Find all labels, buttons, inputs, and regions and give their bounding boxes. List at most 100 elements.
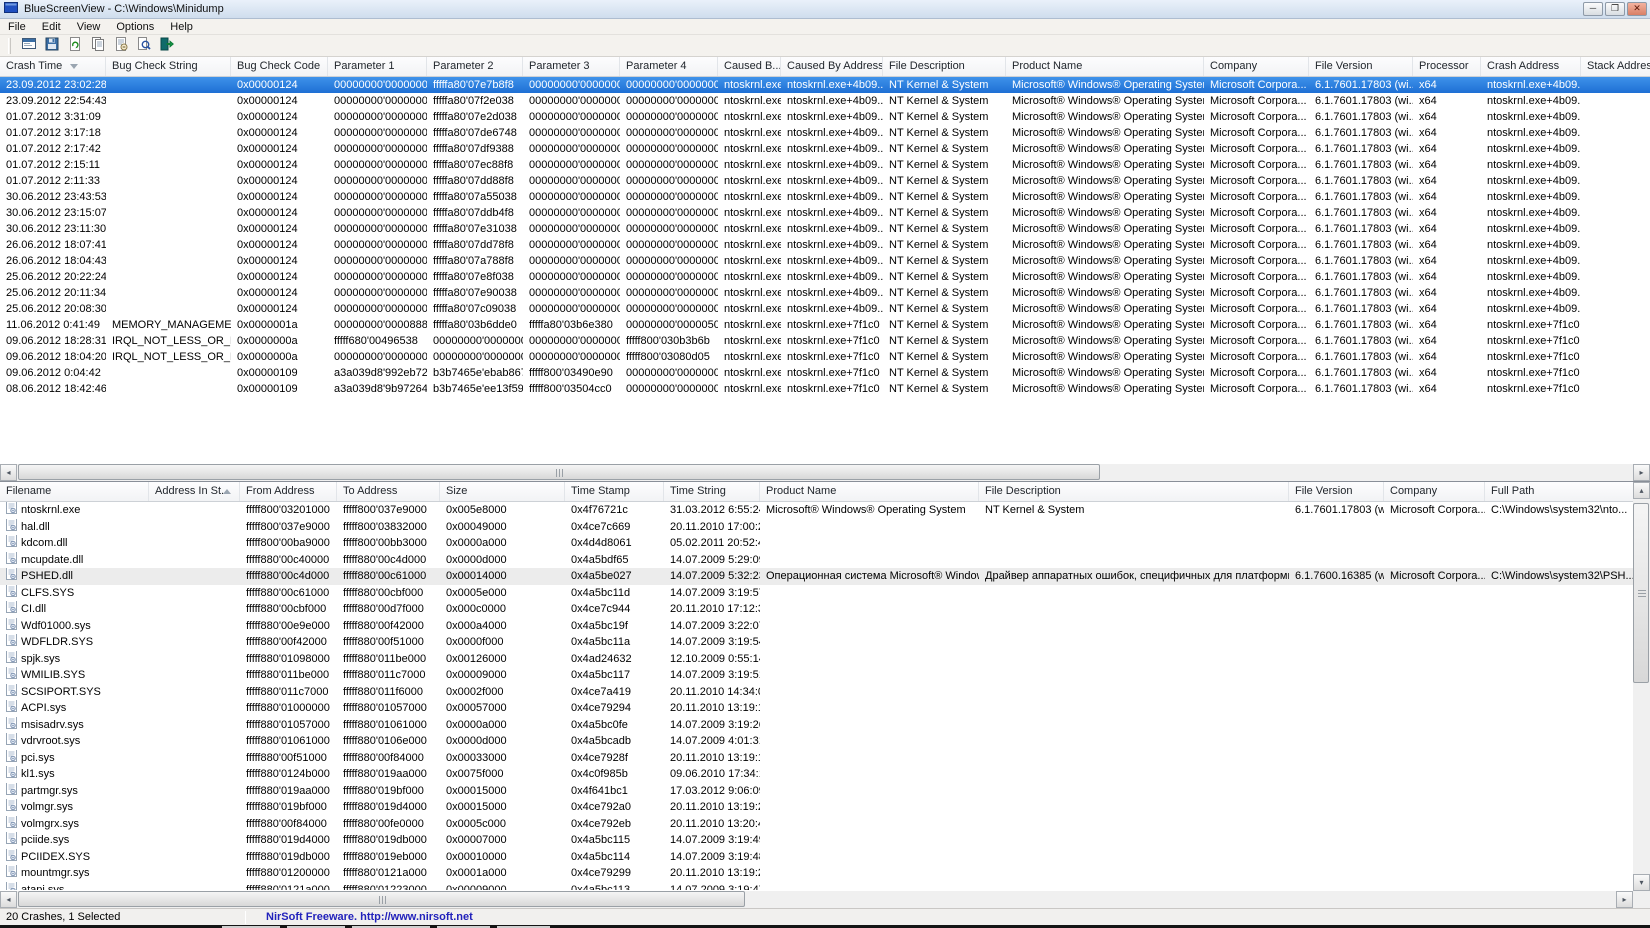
crash-row[interactable]: 01.07.2012 2:11:330x0000012400000000'000… <box>0 173 1650 189</box>
scroll-right-icon[interactable]: ▸ <box>1633 464 1650 481</box>
copy-button[interactable] <box>86 36 109 56</box>
module-row[interactable]: kl1.sysfffff880'0124b000fffff880'019aa00… <box>0 766 1650 783</box>
lower-vertical-scrollbar[interactable]: ▴ ▾ <box>1633 482 1650 891</box>
column-header-address-in-st[interactable]: Address In St... <box>149 482 240 501</box>
crash-row[interactable]: 23.09.2012 23:02:280x0000012400000000'00… <box>0 77 1650 93</box>
module-row[interactable]: msisadrv.sysfffff880'01057000fffff880'01… <box>0 717 1650 734</box>
crash-row[interactable]: 08.06.2012 18:42:460x00000109a3a039d8'9b… <box>0 381 1650 397</box>
module-row[interactable]: partmgr.sysfffff880'019aa000fffff880'019… <box>0 783 1650 800</box>
title-bar[interactable]: BlueScreenView - C:\Windows\Minidump ─ ❐… <box>0 0 1650 19</box>
module-row[interactable]: vdrvroot.sysfffff880'01061000fffff880'01… <box>0 733 1650 750</box>
column-header-stack-address[interactable]: Stack Address <box>1581 57 1650 76</box>
minimize-button[interactable]: ─ <box>1583 2 1603 16</box>
crash-row[interactable]: 01.07.2012 3:31:090x0000012400000000'000… <box>0 109 1650 125</box>
module-row[interactable]: CI.dllfffff880'00cbf000fffff880'00d7f000… <box>0 601 1650 618</box>
menu-file[interactable]: File <box>0 20 34 34</box>
menu-view[interactable]: View <box>69 20 109 34</box>
crash-row[interactable]: 25.06.2012 20:11:340x0000012400000000'00… <box>0 285 1650 301</box>
module-row[interactable]: hal.dllfffff800'037e9000fffff800'0383200… <box>0 519 1650 536</box>
column-header-caused-by-address[interactable]: Caused By Address <box>781 57 883 76</box>
column-header-company[interactable]: Company <box>1204 57 1309 76</box>
scroll-right-icon[interactable]: ▸ <box>1616 891 1633 908</box>
properties-button[interactable] <box>109 36 132 56</box>
module-row[interactable]: mountmgr.sysfffff880'01200000fffff880'01… <box>0 865 1650 882</box>
module-row[interactable]: PCIIDEX.SYSfffff880'019db000fffff880'019… <box>0 849 1650 866</box>
module-row[interactable]: ntoskrnl.exefffff800'03201000fffff800'03… <box>0 502 1650 519</box>
column-header-caused-b[interactable]: Caused B... <box>718 57 781 76</box>
crash-row[interactable]: 30.06.2012 23:11:300x0000012400000000'00… <box>0 221 1650 237</box>
column-header-parameter-4[interactable]: Parameter 4 <box>620 57 718 76</box>
status-nirsoft-link[interactable]: NirSoft Freeware. http://www.nirsoft.net <box>246 911 473 923</box>
module-row[interactable]: ACPI.sysfffff880'01000000fffff880'010570… <box>0 700 1650 717</box>
crash-row[interactable]: 25.06.2012 20:08:300x0000012400000000'00… <box>0 301 1650 317</box>
scroll-up-icon[interactable]: ▴ <box>1633 482 1650 499</box>
module-row[interactable]: mcupdate.dllfffff880'00c40000fffff880'00… <box>0 552 1650 569</box>
column-header-time-stamp[interactable]: Time Stamp <box>565 482 664 501</box>
module-row[interactable]: WDFLDR.SYSfffff880'00f42000fffff880'00f5… <box>0 634 1650 651</box>
module-row[interactable]: WMILIB.SYSfffff880'011be000fffff880'011c… <box>0 667 1650 684</box>
close-button[interactable]: ✕ <box>1627 2 1647 16</box>
crash-row[interactable]: 01.07.2012 3:17:180x0000012400000000'000… <box>0 125 1650 141</box>
menu-edit[interactable]: Edit <box>34 20 69 34</box>
crash-row[interactable]: 09.06.2012 0:04:420x00000109a3a039d8'992… <box>0 365 1650 381</box>
crash-row[interactable]: 26.06.2012 18:07:410x0000012400000000'00… <box>0 237 1650 253</box>
module-row[interactable]: atapi.sysfffff880'0121a000fffff880'01223… <box>0 882 1650 891</box>
column-header-crash-time[interactable]: Crash Time <box>0 57 106 76</box>
column-header-from-address[interactable]: From Address <box>240 482 337 501</box>
column-header-size[interactable]: Size <box>440 482 565 501</box>
module-row[interactable]: CLFS.SYSfffff880'00c61000fffff880'00cbf0… <box>0 585 1650 602</box>
column-header-parameter-3[interactable]: Parameter 3 <box>523 57 620 76</box>
save-button[interactable] <box>40 36 63 56</box>
column-header-to-address[interactable]: To Address <box>337 482 440 501</box>
column-header-parameter-2[interactable]: Parameter 2 <box>427 57 523 76</box>
lower-vscroll-thumb[interactable] <box>1633 503 1649 683</box>
scroll-left-icon[interactable]: ◂ <box>0 464 17 481</box>
crash-row[interactable]: 11.06.2012 0:41:49MEMORY_MANAGEME...0x00… <box>0 317 1650 333</box>
column-header-file-description[interactable]: File Description <box>883 57 1006 76</box>
crash-row[interactable]: 30.06.2012 23:15:070x0000012400000000'00… <box>0 205 1650 221</box>
module-row[interactable]: PSHED.dllfffff880'00c4d000fffff880'00c61… <box>0 568 1650 585</box>
column-header-full-path[interactable]: Full Path <box>1485 482 1650 501</box>
crash-row[interactable]: 09.06.2012 18:28:31IRQL_NOT_LESS_OR_EQ..… <box>0 333 1650 349</box>
module-row[interactable]: kdcom.dllfffff800'00ba9000fffff800'00bb3… <box>0 535 1650 552</box>
upper-horizontal-scrollbar[interactable]: ◂ ▸ <box>0 464 1650 481</box>
module-row[interactable]: Wdf01000.sysfffff880'00e9e000fffff880'00… <box>0 618 1650 635</box>
module-row[interactable]: pci.sysfffff880'00f51000fffff880'00f8400… <box>0 750 1650 767</box>
scroll-down-icon[interactable]: ▾ <box>1633 874 1650 891</box>
crash-row[interactable]: 25.06.2012 20:22:240x0000012400000000'00… <box>0 269 1650 285</box>
column-header-product-name[interactable]: Product Name <box>760 482 979 501</box>
scroll-left-icon[interactable]: ◂ <box>0 891 17 908</box>
exit-button[interactable] <box>155 36 178 56</box>
crash-row[interactable]: 01.07.2012 2:17:420x0000012400000000'000… <box>0 141 1650 157</box>
module-row[interactable]: volmgrx.sysfffff880'00f84000fffff880'00f… <box>0 816 1650 833</box>
module-row[interactable]: volmgr.sysfffff880'019bf000fffff880'019d… <box>0 799 1650 816</box>
module-row[interactable]: SCSIPORT.SYSfffff880'011c7000fffff880'01… <box>0 684 1650 701</box>
crash-row[interactable]: 26.06.2012 18:04:430x0000012400000000'00… <box>0 253 1650 269</box>
module-row[interactable]: spjk.sysfffff880'01098000fffff880'011be0… <box>0 651 1650 668</box>
advanced-options-button[interactable] <box>17 36 40 56</box>
module-row[interactable]: pciide.sysfffff880'019d4000fffff880'019d… <box>0 832 1650 849</box>
column-header-bug-check-string[interactable]: Bug Check String <box>106 57 231 76</box>
column-header-filename[interactable]: Filename <box>0 482 149 501</box>
maximize-button[interactable]: ❐ <box>1605 2 1625 16</box>
menu-options[interactable]: Options <box>108 20 162 34</box>
menu-help[interactable]: Help <box>162 20 201 34</box>
find-button[interactable] <box>132 36 155 56</box>
crash-row[interactable]: 09.06.2012 18:04:20IRQL_NOT_LESS_OR_EQ..… <box>0 349 1650 365</box>
column-header-company[interactable]: Company <box>1384 482 1485 501</box>
column-header-time-string[interactable]: Time String <box>664 482 760 501</box>
column-header-file-version[interactable]: File Version <box>1289 482 1384 501</box>
crash-row[interactable]: 23.09.2012 22:54:430x0000012400000000'00… <box>0 93 1650 109</box>
crash-row[interactable]: 30.06.2012 23:43:530x0000012400000000'00… <box>0 189 1650 205</box>
crash-row[interactable]: 01.07.2012 2:15:110x0000012400000000'000… <box>0 157 1650 173</box>
lower-horizontal-scrollbar[interactable]: ◂ ▸ <box>0 891 1633 908</box>
column-header-parameter-1[interactable]: Parameter 1 <box>328 57 427 76</box>
column-header-file-description[interactable]: File Description <box>979 482 1289 501</box>
upper-hscroll-thumb[interactable] <box>18 464 1100 480</box>
column-header-product-name[interactable]: Product Name <box>1006 57 1204 76</box>
refresh-button[interactable] <box>63 36 86 56</box>
lower-hscroll-thumb[interactable] <box>18 891 745 907</box>
column-header-crash-address[interactable]: Crash Address <box>1481 57 1581 76</box>
column-header-bug-check-code[interactable]: Bug Check Code <box>231 57 328 76</box>
column-header-processor[interactable]: Processor <box>1413 57 1481 76</box>
